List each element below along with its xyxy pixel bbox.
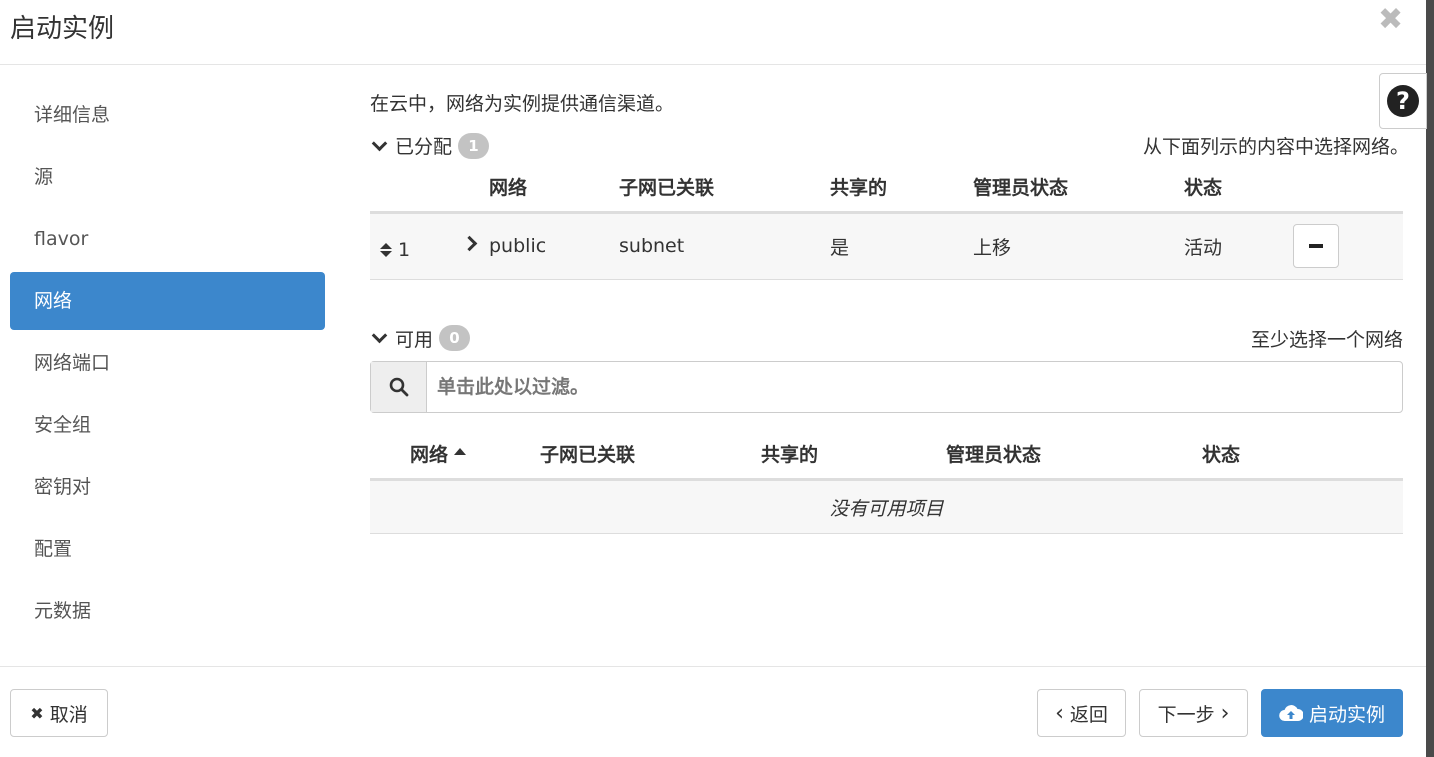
col-network-label: 网络 bbox=[410, 444, 449, 467]
launch-instance-button[interactable]: 启动实例 bbox=[1261, 689, 1403, 737]
col-actions bbox=[1293, 162, 1403, 214]
allocated-section-header: 已分配 1 从下面列示的内容中选择网络。 bbox=[370, 132, 1409, 162]
drag-handle[interactable]: 1 bbox=[370, 239, 410, 261]
nav-item-security-groups[interactable]: 安全组 bbox=[10, 396, 325, 454]
next-button[interactable]: 下一步 › bbox=[1139, 689, 1248, 737]
close-icon[interactable]: ✖ bbox=[1378, 2, 1403, 37]
allocated-table: 网络 子网已关联 共享的 管理员状态 状态 1 public subnet 是 … bbox=[370, 162, 1403, 280]
col-subnet: 子网已关联 bbox=[540, 429, 761, 481]
table-row: 没有可用项目 bbox=[370, 479, 1403, 534]
cell-shared: 是 bbox=[830, 212, 973, 280]
back-button[interactable]: ‹ 返回 bbox=[1037, 689, 1126, 737]
panel-description: 在云中，网络为实例提供通信渠道。 bbox=[370, 93, 675, 115]
cloud-upload-icon bbox=[1279, 705, 1303, 722]
available-section-header: 可用 0 至少选择一个网络 bbox=[370, 325, 1403, 355]
table-row: 1 public subnet 是 上移 活动 bbox=[370, 212, 1403, 280]
allocated-hint: 从下面列示的内容中选择网络。 bbox=[1142, 136, 1409, 158]
chevron-right-icon[interactable] bbox=[461, 235, 478, 251]
cell-network: public bbox=[489, 212, 619, 280]
nav-item-network-ports[interactable]: 网络端口 bbox=[10, 334, 325, 392]
search-icon bbox=[371, 361, 427, 412]
allocated-toggle[interactable]: 已分配 1 bbox=[370, 132, 490, 159]
nav-item-source[interactable]: 源 bbox=[10, 148, 325, 206]
col-status: 状态 bbox=[1184, 162, 1293, 214]
launch-instance-modal: 启动实例 ✖ ? 详细信息 源 flavor 网络 网络端口 安全组 密钥对 配… bbox=[0, 0, 1427, 757]
cancel-button[interactable]: ✖ 取消 bbox=[10, 689, 108, 737]
modal-footer: ✖ 取消 ‹ 返回 下一步 › 启动实例 bbox=[0, 666, 1426, 757]
cell-admin-state: 上移 bbox=[973, 212, 1184, 280]
filter-box bbox=[370, 360, 1403, 413]
back-label: 返回 bbox=[1069, 703, 1108, 726]
cancel-label: 取消 bbox=[49, 703, 88, 726]
empty-message: 没有可用项目 bbox=[370, 479, 1403, 534]
chevron-down-icon bbox=[371, 135, 388, 151]
networks-panel: 在云中，网络为实例提供通信渠道。 已分配 1 从下面列示的内容中选择网络。 网络… bbox=[370, 86, 1409, 534]
sort-arrows-icon bbox=[380, 242, 392, 257]
allocated-count-badge: 1 bbox=[458, 132, 490, 159]
filter-input[interactable] bbox=[427, 361, 1402, 412]
col-network: 网络 bbox=[489, 162, 619, 214]
launch-label: 启动实例 bbox=[1308, 703, 1385, 726]
available-hint: 至少选择一个网络 bbox=[1250, 328, 1403, 351]
cell-status: 活动 bbox=[1184, 212, 1293, 280]
col-shared: 共享的 bbox=[830, 162, 973, 214]
chevron-left-icon: ‹ bbox=[1055, 700, 1064, 726]
col-admin-state: 管理员状态 bbox=[946, 429, 1202, 481]
sort-ascending-icon bbox=[454, 448, 467, 456]
backdrop-edge bbox=[1426, 0, 1434, 757]
available-toggle[interactable]: 可用 0 bbox=[370, 325, 471, 352]
available-count-badge: 0 bbox=[439, 325, 471, 351]
nav-item-configuration[interactable]: 配置 bbox=[10, 520, 325, 578]
close-icon: ✖ bbox=[30, 703, 44, 723]
wizard-nav: 详细信息 源 flavor 网络 网络端口 安全组 密钥对 配置 元数据 bbox=[10, 86, 325, 644]
deallocate-button[interactable] bbox=[1293, 224, 1339, 268]
modal-header: 启动实例 ✖ bbox=[0, 0, 1426, 65]
col-status: 状态 bbox=[1202, 429, 1403, 481]
chevron-down-icon bbox=[371, 327, 388, 344]
chevron-right-icon: › bbox=[1220, 700, 1230, 726]
minus-icon bbox=[1309, 244, 1323, 248]
nav-item-networks[interactable]: 网络 bbox=[10, 272, 325, 330]
col-admin-state: 管理员状态 bbox=[973, 162, 1184, 214]
modal-title: 启动实例 bbox=[10, 14, 115, 44]
available-table: 网络 子网已关联 共享的 管理员状态 状态 没有可用项目 bbox=[370, 429, 1403, 534]
cell-subnet: subnet bbox=[619, 212, 830, 280]
nav-item-details[interactable]: 详细信息 bbox=[10, 86, 325, 144]
available-label: 可用 bbox=[395, 328, 434, 351]
nav-item-key-pairs[interactable]: 密钥对 bbox=[10, 458, 325, 516]
allocated-label: 已分配 bbox=[395, 136, 453, 158]
col-network-sortable[interactable]: 网络 bbox=[370, 429, 540, 481]
next-label: 下一步 bbox=[1157, 703, 1215, 726]
col-order bbox=[370, 162, 489, 214]
col-shared: 共享的 bbox=[761, 429, 946, 481]
nav-item-flavor[interactable]: flavor bbox=[10, 210, 325, 268]
col-subnet: 子网已关联 bbox=[619, 162, 830, 214]
nav-item-metadata[interactable]: 元数据 bbox=[10, 582, 325, 640]
row-order: 1 bbox=[398, 238, 411, 261]
